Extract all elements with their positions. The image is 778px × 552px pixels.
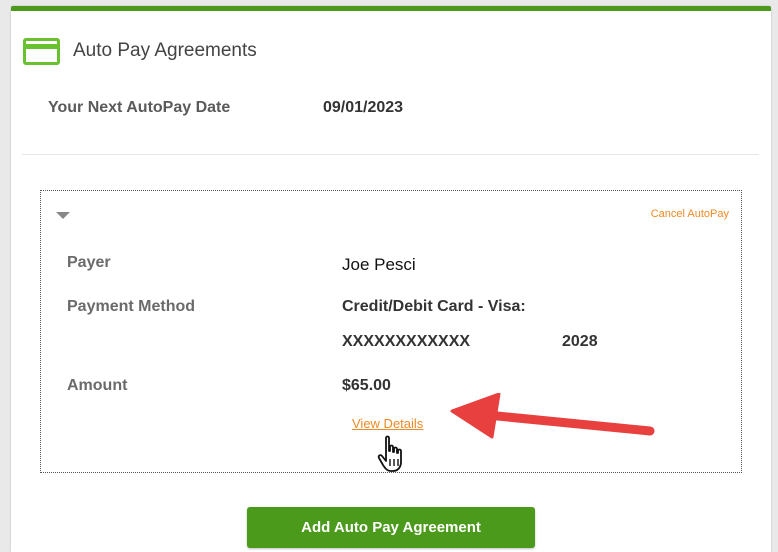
add-autopay-agreement-button[interactable]: Add Auto Pay Agreement	[247, 507, 535, 548]
next-autopay-date: 09/01/2023	[323, 99, 404, 116]
payer-value: Joe Pesci	[342, 255, 416, 274]
credit-card-icon	[23, 37, 60, 65]
payment-method-value: Credit/Debit Card - Visa:	[342, 298, 526, 315]
cancel-autopay-link[interactable]: Cancel AutoPay	[651, 208, 729, 220]
amount-label: Amount	[67, 377, 128, 394]
card-number-value: XXXXXXXXXXXX	[342, 333, 471, 350]
hand-cursor-icon	[377, 435, 402, 472]
divider	[22, 154, 759, 155]
chevron-down-icon[interactable]	[56, 212, 70, 219]
card-expiry-value: 2028	[562, 333, 598, 350]
amount-value: $65.00	[342, 377, 391, 394]
red-arrow-annotation	[450, 393, 655, 439]
autopay-card: Auto Pay Agreements Your Next AutoPay Da…	[11, 6, 771, 552]
view-details-link[interactable]: View Details	[352, 416, 423, 431]
payment-method-label: Payment Method	[67, 298, 196, 315]
card-header: Auto Pay Agreements	[23, 34, 257, 68]
card-title: Auto Pay Agreements	[73, 40, 257, 61]
next-autopay-label: Your Next AutoPay Date	[48, 99, 231, 116]
next-autopay-row: Your Next AutoPay Date 09/01/2023	[48, 99, 748, 123]
payer-label: Payer	[67, 254, 111, 271]
